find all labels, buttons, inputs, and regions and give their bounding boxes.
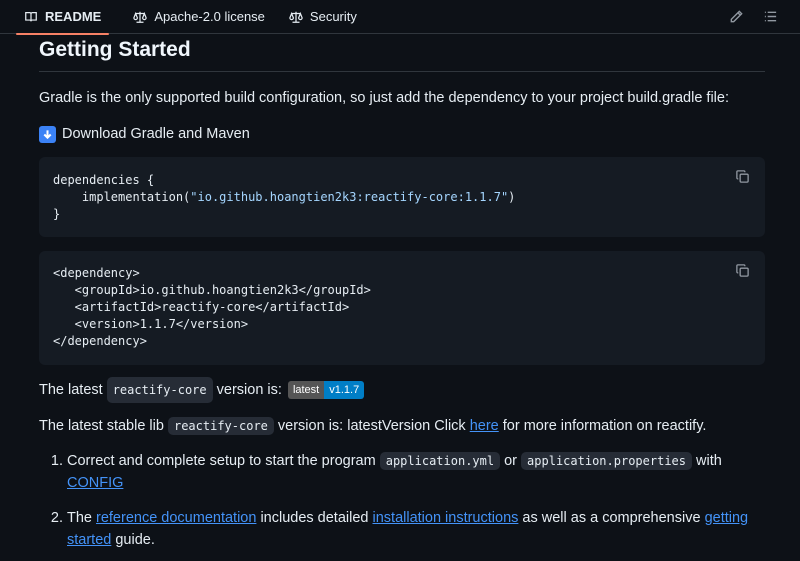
code-string: "io.github.hoangtien2k3:reactify-core:1.… xyxy=(190,190,509,204)
list-item: The reference documentation includes det… xyxy=(67,507,765,551)
list-icon xyxy=(764,11,776,22)
text: Correct and complete setup to start the … xyxy=(67,453,380,469)
outline-button[interactable] xyxy=(762,9,778,25)
tab-security-label: Security xyxy=(309,9,357,24)
tab-readme[interactable]: README xyxy=(0,0,121,35)
copy-icon xyxy=(736,170,749,183)
text: with xyxy=(692,453,722,469)
down-arrow-icon xyxy=(39,125,56,143)
version-badge[interactable]: latest v1.1.7 xyxy=(287,381,365,399)
code-line: ) xyxy=(508,190,516,204)
text: version is: latestVersion Click xyxy=(273,418,470,434)
tab-license-label: Apache-2.0 license xyxy=(154,9,265,24)
latest-version-line: The latest reactify-core version is: late… xyxy=(39,377,765,403)
config-link[interactable]: CONFIG xyxy=(67,475,123,491)
gradle-code-block: dependencies { implementation("io.github… xyxy=(39,157,765,237)
copy-icon xyxy=(736,264,749,277)
inline-code: reactify-core xyxy=(106,377,213,403)
tab-security[interactable]: Security xyxy=(277,0,369,34)
code-line: <artifactId>reactify-core</artifactId> xyxy=(53,300,350,314)
code-line: dependencies { xyxy=(53,173,155,187)
law-scale-icon xyxy=(133,11,148,23)
law-scale-icon xyxy=(289,11,303,23)
text: The latest stable lib xyxy=(39,418,168,434)
setup-steps-list: Correct and complete setup to start the … xyxy=(39,450,765,551)
text: The latest xyxy=(39,382,107,398)
code-line: implementation( xyxy=(53,190,191,204)
text: includes detailed xyxy=(256,510,373,526)
book-icon xyxy=(25,11,37,21)
copy-button[interactable] xyxy=(735,263,751,279)
inline-code: reactify-core xyxy=(167,417,274,435)
badge-value: v1.1.7 xyxy=(324,381,365,399)
code-line: </dependency> xyxy=(53,334,147,348)
code-line: <groupId>io.github.hoangtien2k3</groupId… xyxy=(53,283,371,297)
readme-content: Getting Started Gradle is the only suppo… xyxy=(39,34,765,551)
text: The xyxy=(67,510,97,526)
code-line: } xyxy=(53,207,61,221)
list-item: Correct and complete setup to start the … xyxy=(67,450,765,494)
text: guide. xyxy=(111,532,155,548)
download-label: Download Gradle and Maven xyxy=(62,126,250,142)
text: version is: xyxy=(212,382,282,398)
readme-actions xyxy=(728,9,800,25)
badge-label: latest xyxy=(287,381,325,399)
stable-version-line: The latest stable lib reactify-core vers… xyxy=(39,415,765,437)
inline-code: application.yml xyxy=(379,452,501,470)
readme-tab-bar: README Apache-2.0 license Security xyxy=(0,0,800,35)
tab-license[interactable]: Apache-2.0 license xyxy=(121,0,277,34)
pencil-icon xyxy=(730,10,743,23)
edit-button[interactable] xyxy=(728,9,744,25)
reference-documentation-link[interactable]: reference documentation xyxy=(96,510,256,526)
text: or xyxy=(500,453,522,469)
installation-instructions-link[interactable]: installation instructions xyxy=(373,510,519,526)
here-link[interactable]: here xyxy=(470,418,499,434)
inline-code: application.properties xyxy=(521,452,692,470)
text: for more information on reactify. xyxy=(498,418,707,434)
code-line: <dependency> xyxy=(53,266,140,280)
maven-code-block: <dependency> <groupId>io.github.hoangtie… xyxy=(39,251,765,365)
intro-text: Gradle is the only supported build confi… xyxy=(39,90,729,106)
code-line: <version>1.1.7</version> xyxy=(53,317,249,331)
copy-button[interactable] xyxy=(735,169,751,185)
text: as well as a comprehensive xyxy=(518,510,705,526)
download-line: Download Gradle and Maven xyxy=(39,123,765,145)
tab-readme-label: README xyxy=(45,9,102,24)
section-heading: Getting Started xyxy=(39,34,765,72)
